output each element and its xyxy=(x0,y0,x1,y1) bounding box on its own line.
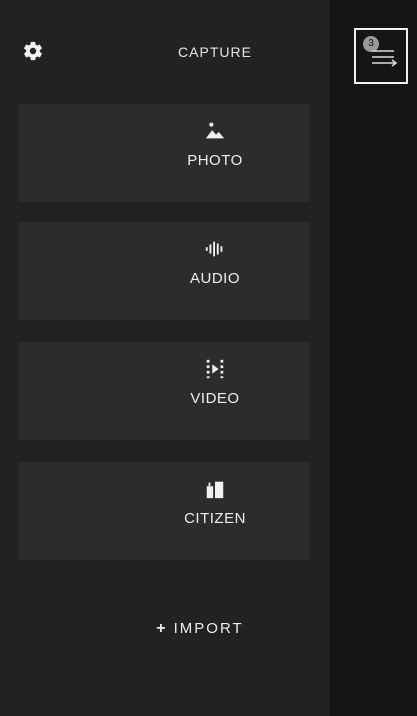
capture-option-video[interactable]: VIDEO xyxy=(0,358,417,407)
queue-button[interactable]: 3 xyxy=(354,28,408,84)
capture-option-photo[interactable]: PHOTO xyxy=(0,120,417,169)
import-button[interactable]: + IMPORT xyxy=(0,620,400,638)
capture-screen: CAPTURE 3 PHOTO AUDIO VIDEO CITIZEN + IM… xyxy=(0,0,417,716)
capture-option-label: VIDEO xyxy=(190,390,240,407)
plus-icon: + xyxy=(156,620,168,637)
import-label: IMPORT xyxy=(173,620,244,637)
photo-icon xyxy=(205,122,225,139)
header: CAPTURE xyxy=(0,0,330,100)
capture-option-label: CITIZEN xyxy=(184,510,246,527)
video-icon xyxy=(206,359,224,379)
audio-waveform-icon xyxy=(205,241,223,257)
queue-list-icon xyxy=(372,50,398,67)
capture-option-label: AUDIO xyxy=(189,270,240,287)
citizen-icon xyxy=(206,481,224,499)
capture-option-citizen[interactable]: CITIZEN xyxy=(0,478,417,527)
capture-option-label: PHOTO xyxy=(187,152,243,169)
capture-option-audio[interactable]: AUDIO xyxy=(0,238,417,287)
